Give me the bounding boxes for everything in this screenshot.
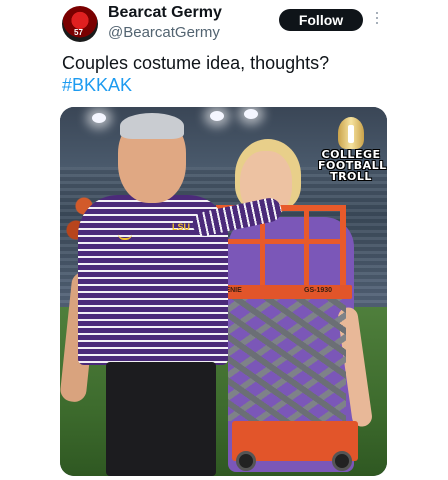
lsu-shirt-logo: LSU	[172, 222, 190, 232]
coach-pants	[106, 362, 216, 476]
user-handle[interactable]: @BearcatGermy	[108, 24, 220, 41]
hashtag-link[interactable]: #BKKAK	[62, 74, 132, 97]
scissor-lift-mechanism	[228, 299, 346, 421]
tweet-text: Couples costume idea, thoughts?	[62, 53, 330, 73]
stadium-light-icon	[244, 109, 258, 119]
stadium-light-icon	[210, 111, 224, 121]
logo-line-3: TROLL	[330, 170, 372, 183]
more-vertical-icon[interactable]	[374, 12, 380, 28]
coach-hair	[120, 113, 184, 139]
wheel-icon	[236, 451, 256, 471]
lift-model-label: GS-1930	[304, 287, 333, 294]
follow-button[interactable]: Follow	[279, 9, 363, 31]
scissor-lift-rail-bar	[216, 239, 346, 244]
wheel-icon	[332, 451, 352, 471]
college-football-troll-logo: COLLEGE FOOTBALL TROLL	[318, 117, 386, 183]
display-name[interactable]: Bearcat Germy	[108, 4, 222, 22]
stadium-light-icon	[92, 113, 106, 123]
scissor-lift-post	[304, 205, 309, 293]
trophy-icon	[338, 117, 364, 149]
avatar[interactable]: 57	[62, 6, 98, 42]
avatar-jersey-number: 57	[74, 28, 83, 37]
tweet-photo[interactable]: GENIE GS-1930 LSU COLLEGE FOOTBALL TROLL	[60, 107, 387, 476]
